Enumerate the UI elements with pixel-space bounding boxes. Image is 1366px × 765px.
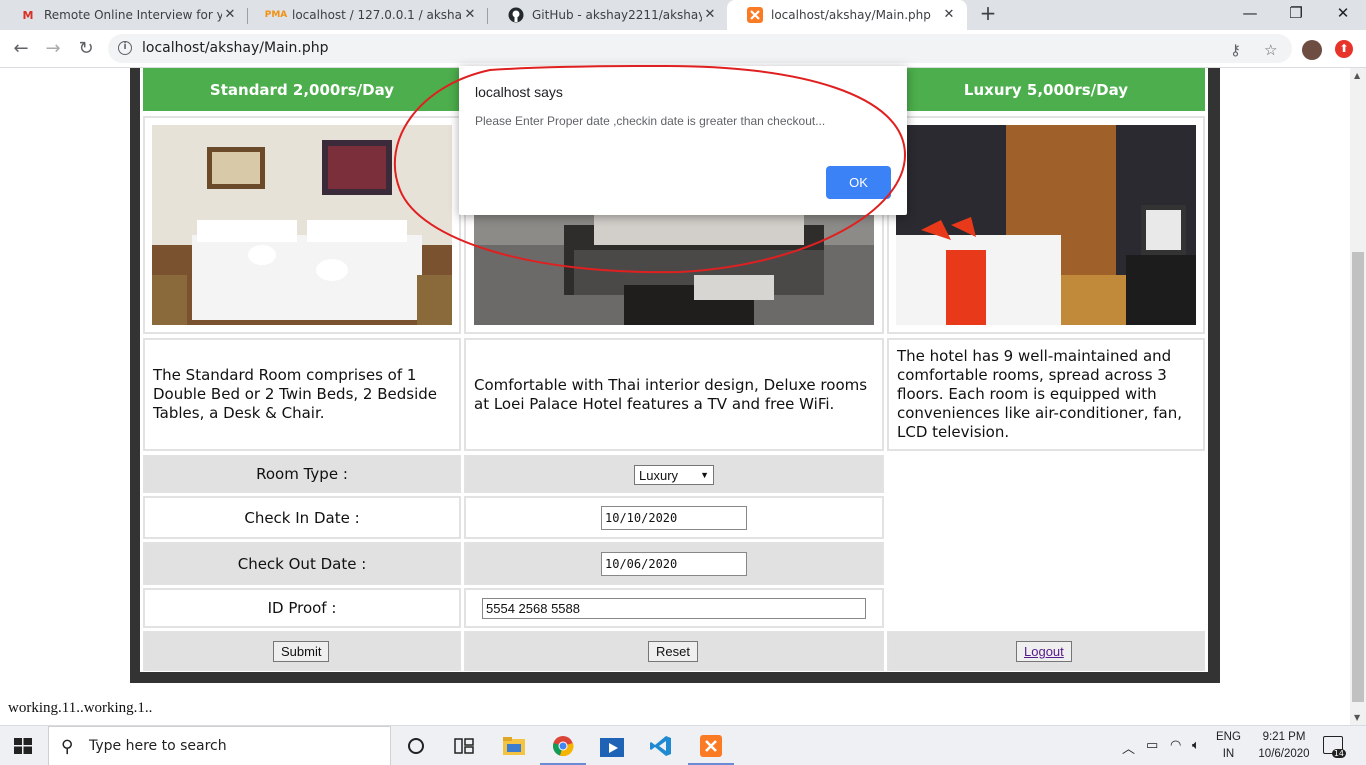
restore-icon[interactable]: ❐ — [1273, 0, 1319, 30]
dropdown-arrow-icon: ▼ — [700, 470, 709, 480]
extension-icon[interactable]: ⬆ — [1335, 40, 1353, 58]
room-type-cell: Luxury ▼ — [464, 455, 884, 493]
media-player-icon[interactable] — [598, 732, 626, 760]
tab-phpmyadmin[interactable]: PMA localhost / 127.0.0.1 / akshay / re … — [248, 0, 488, 30]
tab-title: Remote Online Interview for your — [44, 8, 222, 22]
tab-title: GitHub - akshay2211/akshay221 — [532, 8, 702, 22]
address-bar[interactable]: i localhost/akshay/Main.php ⚷ ☆ — [108, 34, 1292, 63]
search-placeholder: Type here to search — [89, 738, 227, 754]
alert-dialog: localhost says Please Enter Proper date … — [459, 66, 907, 215]
clock-time: 9:21 PM — [1262, 731, 1306, 743]
deluxe-description: Comfortable with Thai interior design, D… — [464, 338, 884, 451]
submit-cell: Submit — [143, 631, 461, 671]
checkin-label: Check In Date : — [143, 496, 461, 539]
region-code: IN — [1222, 748, 1235, 760]
search-icon: ⚲ — [61, 737, 74, 757]
standard-image-cell — [143, 116, 461, 334]
reset-button[interactable]: Reset — [648, 641, 698, 662]
github-icon — [508, 7, 524, 23]
close-icon[interactable]: ✕ — [222, 7, 238, 23]
clock-date: 10/6/2020 — [1258, 748, 1310, 760]
checkout-label: Check Out Date : — [143, 542, 461, 585]
tab-strip: M Remote Online Interview for your ✕ PMA… — [0, 0, 1366, 30]
vscode-icon[interactable] — [647, 732, 675, 760]
gmail-icon: M — [22, 8, 34, 22]
url-text[interactable]: localhost/akshay/Main.php — [142, 40, 329, 56]
info-icon[interactable]: i — [118, 41, 132, 55]
logout-button[interactable]: Logout — [1016, 641, 1072, 662]
close-icon[interactable]: ✕ — [941, 7, 957, 23]
close-icon[interactable]: ✕ — [702, 7, 718, 23]
idproof-label: ID Proof : — [143, 588, 461, 628]
tray-chevron-icon[interactable]: ︿ — [1122, 738, 1135, 757]
chrome-icon[interactable] — [549, 732, 577, 760]
scroll-down-icon[interactable]: ▼ — [1354, 713, 1360, 722]
logout-cell: Logout — [887, 631, 1205, 671]
scrollbar-thumb[interactable] — [1352, 252, 1364, 702]
volume-icon[interactable]: 🔈︎ — [1192, 738, 1200, 753]
luxury-image-cell — [887, 116, 1205, 334]
luxury-description: The hotel has 9 well-maintained and comf… — [887, 338, 1205, 451]
submit-button[interactable]: Submit — [273, 641, 330, 662]
tab-title: localhost/akshay/Main.php — [771, 8, 931, 22]
back-icon[interactable]: ← — [8, 36, 34, 62]
file-explorer-icon[interactable] — [500, 732, 528, 760]
checkout-cell: 10/06/2020 — [464, 542, 884, 585]
wifi-icon[interactable]: ◠ — [1170, 738, 1181, 753]
browser-toolbar: ← → ↻ i localhost/akshay/Main.php ⚷ ☆ — [0, 30, 1366, 68]
tab-github[interactable]: GitHub - akshay2211/akshay221 ✕ — [488, 0, 728, 30]
page-scrollbar[interactable]: ▲ ▼ — [1350, 68, 1366, 725]
language-indicator[interactable]: ENG IN — [1216, 729, 1241, 763]
checkout-date-input[interactable]: 10/06/2020 — [601, 552, 747, 576]
room-type-value: Luxury — [639, 467, 679, 483]
new-tab-icon[interactable]: + — [976, 2, 1000, 26]
avatar[interactable] — [1302, 40, 1322, 60]
standard-room-image — [152, 125, 452, 325]
scroll-up-icon[interactable]: ▲ — [1354, 71, 1360, 80]
luxury-header: Luxury 5,000rs/Day — [887, 68, 1205, 111]
taskbar-search-box[interactable]: ⚲ Type here to search — [48, 726, 391, 765]
standard-header: Standard 2,000rs/Day — [143, 68, 461, 111]
cortana-icon[interactable] — [402, 732, 430, 760]
dialog-message: Please Enter Proper date ,checkin date i… — [475, 114, 826, 128]
room-type-label: Room Type : — [143, 455, 461, 493]
tab-title: localhost / 127.0.0.1 / akshay / re — [292, 8, 462, 22]
standard-description: The Standard Room comprises of 1 Double … — [143, 338, 461, 451]
star-icon[interactable]: ☆ — [1264, 41, 1277, 59]
battery-icon[interactable]: ▭ — [1146, 738, 1158, 753]
taskbar-clock[interactable]: 9:21 PM 10/6/2020 — [1254, 729, 1314, 763]
status-text: working.11..working.1.. — [8, 700, 153, 716]
notification-center-icon[interactable]: 14 — [1323, 736, 1346, 758]
dialog-title: localhost says — [475, 84, 563, 100]
forward-icon[interactable]: → — [40, 36, 66, 62]
checkin-cell: 10/10/2020 — [464, 496, 884, 539]
language-code: ENG — [1216, 731, 1241, 743]
phpmyadmin-icon: PMA — [264, 10, 288, 20]
room-type-select[interactable]: Luxury ▼ — [634, 465, 714, 485]
idproof-input[interactable]: 5554 2568 5588 — [482, 598, 866, 619]
windows-taskbar: ⚲ Type here to search ︿ ▭ ◠ 🔈︎ ENG IN 9:… — [0, 725, 1366, 765]
checkin-date-input[interactable]: 10/10/2020 — [601, 506, 747, 530]
minimize-icon[interactable]: — — [1227, 0, 1273, 30]
task-view-icon[interactable] — [450, 732, 478, 760]
tab-gmail[interactable]: M Remote Online Interview for your ✕ — [0, 0, 248, 30]
reset-cell: Reset — [464, 631, 884, 671]
tab-main-php[interactable]: localhost/akshay/Main.php ✕ — [727, 0, 967, 30]
luxury-room-image — [896, 125, 1196, 325]
xampp-taskbar-icon[interactable] — [697, 732, 725, 760]
close-icon[interactable]: ✕ — [462, 7, 478, 23]
reload-icon[interactable]: ↻ — [73, 36, 99, 62]
windows-start-icon[interactable] — [14, 738, 32, 754]
xampp-icon — [747, 7, 763, 23]
dialog-ok-button[interactable]: OK — [826, 166, 891, 199]
idproof-cell: 5554 2568 5588 — [464, 588, 884, 628]
key-icon[interactable]: ⚷ — [1230, 41, 1241, 59]
window-close-icon[interactable]: ✕ — [1320, 0, 1366, 30]
notification-count: 14 — [1331, 749, 1346, 758]
